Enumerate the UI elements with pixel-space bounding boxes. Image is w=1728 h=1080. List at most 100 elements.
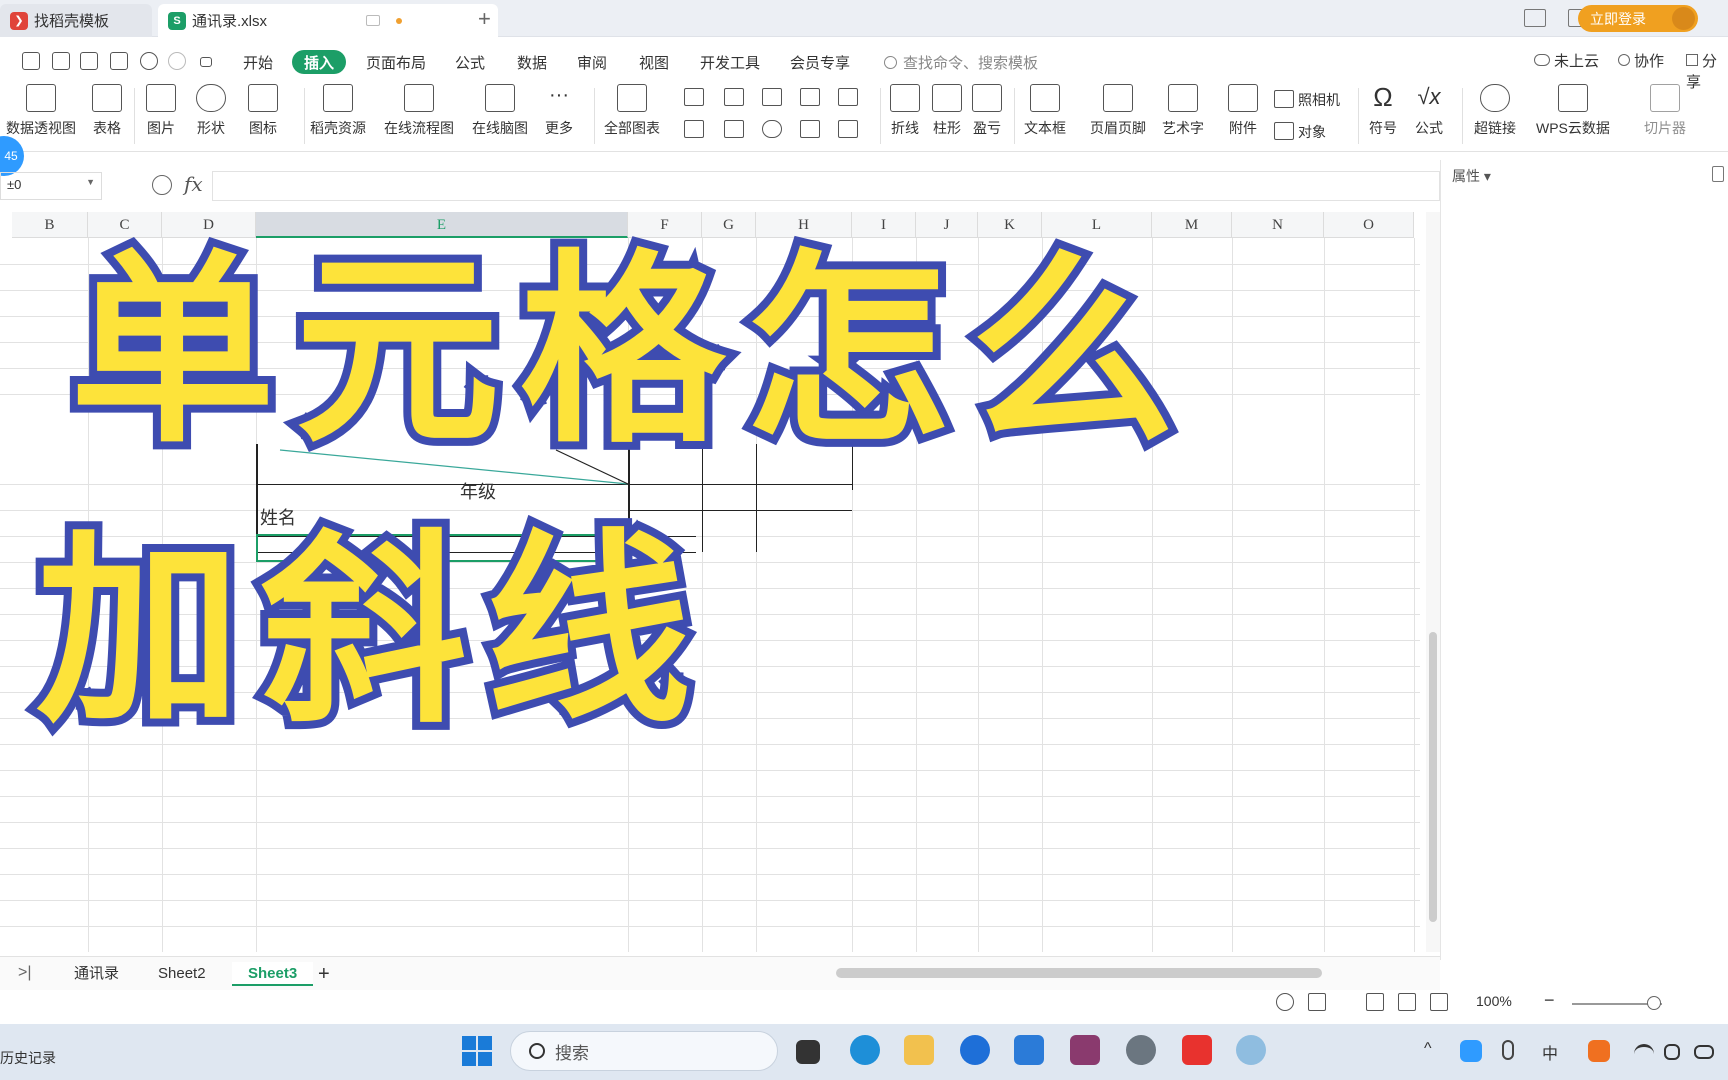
command-search[interactable]: 查找命令、搜索模板 xyxy=(884,50,1038,74)
add-sheet-button[interactable]: + xyxy=(314,962,334,986)
col-header-c[interactable]: C xyxy=(88,212,162,238)
flowchart-button[interactable]: 在线流程图 xyxy=(384,84,454,138)
page-break-view-icon[interactable] xyxy=(1430,993,1448,1011)
radar-chart-icon[interactable] xyxy=(800,88,820,106)
eye-protection-icon[interactable] xyxy=(1276,993,1294,1011)
sparkline-column-button[interactable]: 柱形 xyxy=(932,84,962,138)
history-label[interactable]: 历史记录 xyxy=(0,1048,56,1068)
col-header-l[interactable]: L xyxy=(1042,212,1152,238)
camera-label[interactable]: 照相机 xyxy=(1298,90,1340,110)
task-view-icon[interactable] xyxy=(796,1040,820,1064)
horizontal-scroll-thumb[interactable] xyxy=(836,968,1322,978)
col-header-k[interactable]: K xyxy=(978,212,1042,238)
ime-center-icon[interactable] xyxy=(1308,993,1326,1011)
wps-office-icon[interactable] xyxy=(1182,1035,1212,1065)
sheet-tab-sheet2[interactable]: Sheet2 xyxy=(142,962,222,986)
menu-home[interactable]: 开始 xyxy=(238,50,278,74)
export-icon[interactable] xyxy=(52,52,70,70)
col-header-b[interactable]: B xyxy=(12,212,88,238)
area-chart-icon[interactable] xyxy=(684,120,704,138)
tray-chevron-up-icon[interactable]: ^ xyxy=(1424,1040,1432,1058)
menu-view[interactable]: 视图 xyxy=(634,50,674,74)
col-header-m[interactable]: M xyxy=(1152,212,1232,238)
picture-button[interactable]: 图片 xyxy=(146,84,176,138)
zoom-formula-icon[interactable] xyxy=(152,175,172,195)
menu-page-layout[interactable]: 页面布局 xyxy=(362,50,430,74)
object-label[interactable]: 对象 xyxy=(1298,122,1326,142)
battery-icon[interactable] xyxy=(1694,1045,1714,1059)
undo-icon[interactable] xyxy=(140,52,158,70)
sheet-tab-sheet3[interactable]: Sheet3 xyxy=(232,962,314,986)
customize-chevron-icon[interactable] xyxy=(200,57,212,67)
wifi-icon[interactable] xyxy=(1634,1044,1654,1060)
tab-spreadsheet[interactable]: S 通讯录.xlsx xyxy=(158,4,498,37)
horizontal-scrollbar[interactable] xyxy=(818,966,1438,980)
more-button[interactable]: ··· 更多 xyxy=(544,84,574,138)
camera-icon[interactable] xyxy=(1274,90,1294,108)
col-header-i[interactable]: I xyxy=(852,212,916,238)
cloud-status[interactable]: 未上云 xyxy=(1534,50,1599,71)
col-header-f[interactable]: F xyxy=(628,212,702,238)
sparkline-line-button[interactable]: 折线 xyxy=(890,84,920,138)
edge-browser-icon[interactable] xyxy=(850,1035,880,1065)
print-icon[interactable] xyxy=(80,52,98,70)
equation-button[interactable]: √x 公式 xyxy=(1414,84,1444,138)
pie-chart-icon[interactable] xyxy=(762,120,782,138)
bar-horizontal-icon[interactable] xyxy=(724,88,744,106)
swirl-app-icon[interactable] xyxy=(1236,1035,1266,1065)
table-button[interactable]: 表格 xyxy=(92,84,122,138)
menu-review[interactable]: 审阅 xyxy=(572,50,612,74)
login-button[interactable]: 立即登录 xyxy=(1578,5,1698,32)
cell-name[interactable]: 姓名 xyxy=(260,504,296,530)
spreadsheet-grid[interactable]: B C D E F G H I J K L M N O 年级 姓名 xyxy=(0,212,1428,952)
combo-chart-icon[interactable] xyxy=(724,120,744,138)
layout-1-icon[interactable] xyxy=(1524,9,1546,27)
file-explorer-icon[interactable] xyxy=(904,1035,934,1065)
normal-view-icon[interactable] xyxy=(1366,993,1384,1011)
name-box[interactable]: ±0 ▼ xyxy=(0,172,102,200)
slicer-button[interactable]: 切片器 xyxy=(1644,84,1686,138)
fx-icon[interactable]: fx xyxy=(184,172,203,196)
vertical-scroll-thumb[interactable] xyxy=(1429,632,1437,922)
docer-resources-button[interactable]: 稻壳资源 xyxy=(310,84,366,138)
vertical-scrollbar[interactable] xyxy=(1426,212,1440,952)
column-chart-icon[interactable] xyxy=(684,88,704,106)
scatter-chart-icon[interactable] xyxy=(800,120,820,138)
menu-insert[interactable]: 插入 xyxy=(292,50,346,74)
pin-icon[interactable] xyxy=(1712,166,1724,182)
header-footer-button[interactable]: 页眉页脚 xyxy=(1090,84,1146,138)
sheet-tab-contacts[interactable]: 通讯录 xyxy=(58,962,135,986)
store-icon[interactable] xyxy=(1014,1035,1044,1065)
selected-cell[interactable] xyxy=(256,534,630,562)
last-sheet-icon[interactable]: >| xyxy=(18,964,32,982)
windows-start-icon[interactable] xyxy=(462,1036,492,1066)
object-icon[interactable] xyxy=(1274,122,1294,140)
taskbar-search[interactable]: 搜索 xyxy=(510,1031,778,1071)
wps-cloud-data-button[interactable]: WPS云数据 xyxy=(1536,84,1610,138)
menu-developer[interactable]: 开发工具 xyxy=(696,50,764,74)
ime-indicator[interactable]: 中 xyxy=(1542,1040,1558,1064)
mindmap-button[interactable]: 在线脑图 xyxy=(472,84,528,138)
col-header-n[interactable]: N xyxy=(1232,212,1324,238)
col-header-e[interactable]: E xyxy=(256,212,628,238)
page-layout-view-icon[interactable] xyxy=(1398,993,1416,1011)
properties-title[interactable]: 属性 ▾ xyxy=(1452,166,1491,186)
new-tab-button[interactable]: + xyxy=(478,6,491,32)
symbol-button[interactable]: Ω 符号 xyxy=(1368,84,1398,138)
line-chart-icon[interactable] xyxy=(762,88,782,106)
col-header-o[interactable]: O xyxy=(1324,212,1414,238)
wordart-button[interactable]: 艺术字 xyxy=(1162,84,1204,138)
redo-icon[interactable] xyxy=(168,52,186,70)
monitor-icon[interactable] xyxy=(366,15,380,26)
menu-member[interactable]: 会员专享 xyxy=(786,50,854,74)
print-preview-icon[interactable] xyxy=(110,52,128,70)
hyperlink-button[interactable]: 超链接 xyxy=(1474,84,1516,138)
cell-grade[interactable]: 年级 xyxy=(460,478,496,504)
sparkline-winloss-button[interactable]: 盈亏 xyxy=(972,84,1002,138)
tray-app-icon[interactable] xyxy=(1460,1040,1482,1062)
all-charts-button[interactable]: 全部图表 xyxy=(604,84,660,138)
lenovo-app-icon[interactable] xyxy=(960,1035,990,1065)
volume-icon[interactable] xyxy=(1664,1044,1680,1060)
menu-data[interactable]: 数据 xyxy=(512,50,552,74)
zoom-out-button[interactable]: − xyxy=(1544,990,1555,1011)
